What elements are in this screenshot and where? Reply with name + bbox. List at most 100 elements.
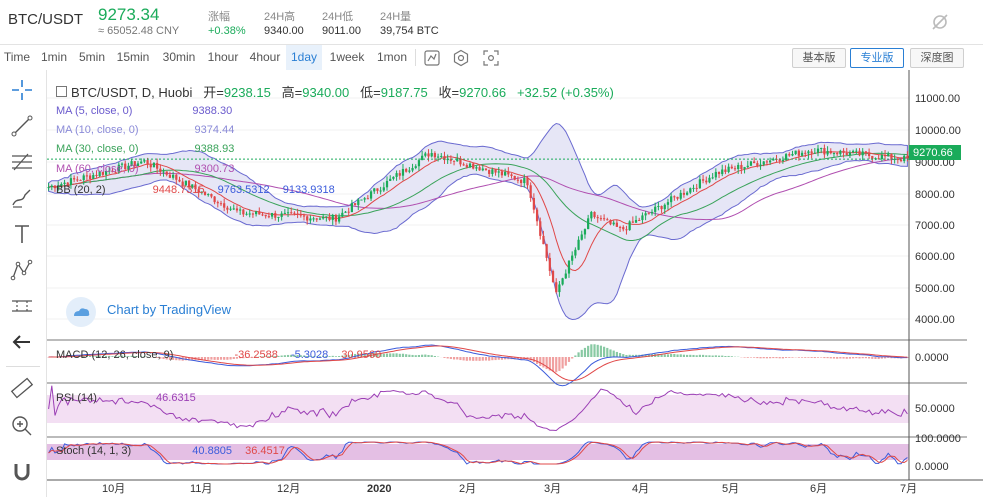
candle bbox=[494, 169, 497, 173]
macd-bar bbox=[430, 355, 433, 357]
macd-bar bbox=[622, 354, 625, 357]
candle bbox=[516, 179, 520, 181]
rsi-label: RSI (14) bbox=[56, 392, 97, 404]
macd-bar bbox=[810, 357, 813, 358]
interval-1week[interactable]: 1week bbox=[324, 45, 370, 70]
rsi-value: 46.6315 bbox=[156, 392, 196, 404]
interval-30min[interactable]: 30min bbox=[156, 45, 202, 70]
fullscreen-icon[interactable] bbox=[482, 49, 500, 67]
candle bbox=[641, 215, 644, 221]
candle bbox=[267, 216, 271, 218]
candle bbox=[871, 156, 874, 159]
cny-price: ≈ 65052.48 CNY bbox=[98, 25, 180, 37]
macd-bar bbox=[689, 354, 692, 357]
candle bbox=[692, 187, 695, 189]
candle bbox=[832, 153, 836, 155]
macd-bar bbox=[743, 357, 746, 358]
view-depth[interactable]: 深度图 bbox=[910, 48, 964, 68]
ruler-icon[interactable] bbox=[8, 374, 36, 402]
brush-icon[interactable] bbox=[8, 184, 36, 212]
candle bbox=[82, 175, 85, 180]
indicators-icon[interactable] bbox=[423, 49, 441, 67]
price-tick: 6000.00 bbox=[915, 251, 955, 263]
candle bbox=[673, 196, 676, 198]
macd-bar bbox=[478, 357, 481, 361]
collapse-icon[interactable] bbox=[56, 86, 67, 97]
high-label: 24H高 bbox=[264, 11, 296, 23]
candle bbox=[510, 174, 513, 176]
candle bbox=[890, 153, 893, 160]
macd-bar bbox=[555, 357, 558, 373]
macd-bar bbox=[481, 357, 484, 361]
hide-icon[interactable] bbox=[930, 12, 950, 32]
candle bbox=[564, 273, 567, 279]
view-pro[interactable]: 专业版 bbox=[850, 48, 904, 68]
candle bbox=[79, 179, 82, 181]
macd-bar bbox=[596, 344, 599, 357]
measure-icon[interactable] bbox=[8, 292, 36, 320]
candle bbox=[583, 229, 587, 235]
candle bbox=[286, 212, 290, 214]
candle bbox=[254, 211, 258, 215]
macd-bar bbox=[452, 357, 456, 360]
candle bbox=[277, 216, 280, 218]
candle bbox=[88, 175, 92, 179]
interval-5min[interactable]: 5min bbox=[74, 45, 110, 70]
macd-bar bbox=[820, 357, 823, 358]
interval-time[interactable]: Time bbox=[0, 45, 34, 70]
macd-bar bbox=[449, 357, 452, 360]
interval-4hour[interactable]: 4hour bbox=[244, 45, 286, 70]
candle bbox=[756, 163, 759, 166]
macd-bar bbox=[724, 355, 727, 357]
candle bbox=[274, 213, 277, 218]
zoom-in-icon[interactable] bbox=[8, 412, 36, 440]
candle bbox=[660, 206, 663, 210]
interval-1mon[interactable]: 1mon bbox=[372, 45, 412, 70]
pattern-icon[interactable] bbox=[8, 256, 36, 284]
macd-bar bbox=[778, 357, 781, 359]
candle bbox=[657, 206, 660, 208]
last-price: 9273.34 bbox=[98, 5, 160, 24]
watermark[interactable]: Chart by TradingView bbox=[107, 302, 231, 317]
macd-bar bbox=[405, 354, 408, 357]
macd-bar bbox=[807, 357, 810, 358]
high-value: 9340.00 bbox=[302, 85, 350, 100]
macd-bar bbox=[417, 354, 421, 357]
text-icon[interactable] bbox=[8, 220, 36, 248]
candle bbox=[823, 147, 826, 155]
candle bbox=[168, 174, 172, 178]
candle bbox=[475, 167, 478, 169]
back-arrow-icon[interactable] bbox=[8, 328, 36, 356]
settings-icon[interactable] bbox=[452, 49, 470, 67]
view-basic[interactable]: 基本版 bbox=[792, 48, 846, 68]
legend-stoch: Stoch (14, 1, 3) 40.8805 36.4517 bbox=[56, 445, 285, 457]
candle bbox=[644, 213, 647, 216]
pair-name[interactable]: BTC/USDT bbox=[8, 11, 83, 28]
magnet-icon[interactable] bbox=[8, 458, 36, 486]
crosshair-icon[interactable] bbox=[8, 76, 36, 104]
interval-15min[interactable]: 15min bbox=[110, 45, 156, 70]
candle bbox=[229, 208, 232, 210]
candle bbox=[248, 213, 251, 215]
candle bbox=[73, 178, 76, 180]
macd-bar bbox=[558, 357, 561, 371]
rsi-axis-tick: 50.0000 bbox=[915, 403, 955, 415]
candle bbox=[382, 187, 385, 191]
macd-bar bbox=[561, 357, 564, 369]
candle bbox=[436, 156, 440, 158]
candle bbox=[532, 197, 535, 210]
fib-retracement-icon[interactable] bbox=[8, 148, 36, 176]
macd-bar bbox=[880, 357, 883, 359]
interval-1min[interactable]: 1min bbox=[34, 45, 74, 70]
interval-1day[interactable]: 1day bbox=[286, 45, 322, 70]
candle bbox=[258, 211, 261, 215]
interval-1hour[interactable]: 1hour bbox=[202, 45, 244, 70]
candle bbox=[500, 171, 504, 176]
candle bbox=[299, 214, 302, 216]
candle bbox=[360, 199, 363, 201]
macd-bar bbox=[609, 349, 612, 357]
trend-line-icon[interactable] bbox=[8, 112, 36, 140]
tool-divider bbox=[6, 366, 40, 367]
candle bbox=[842, 150, 845, 153]
macd-bar bbox=[823, 357, 826, 359]
